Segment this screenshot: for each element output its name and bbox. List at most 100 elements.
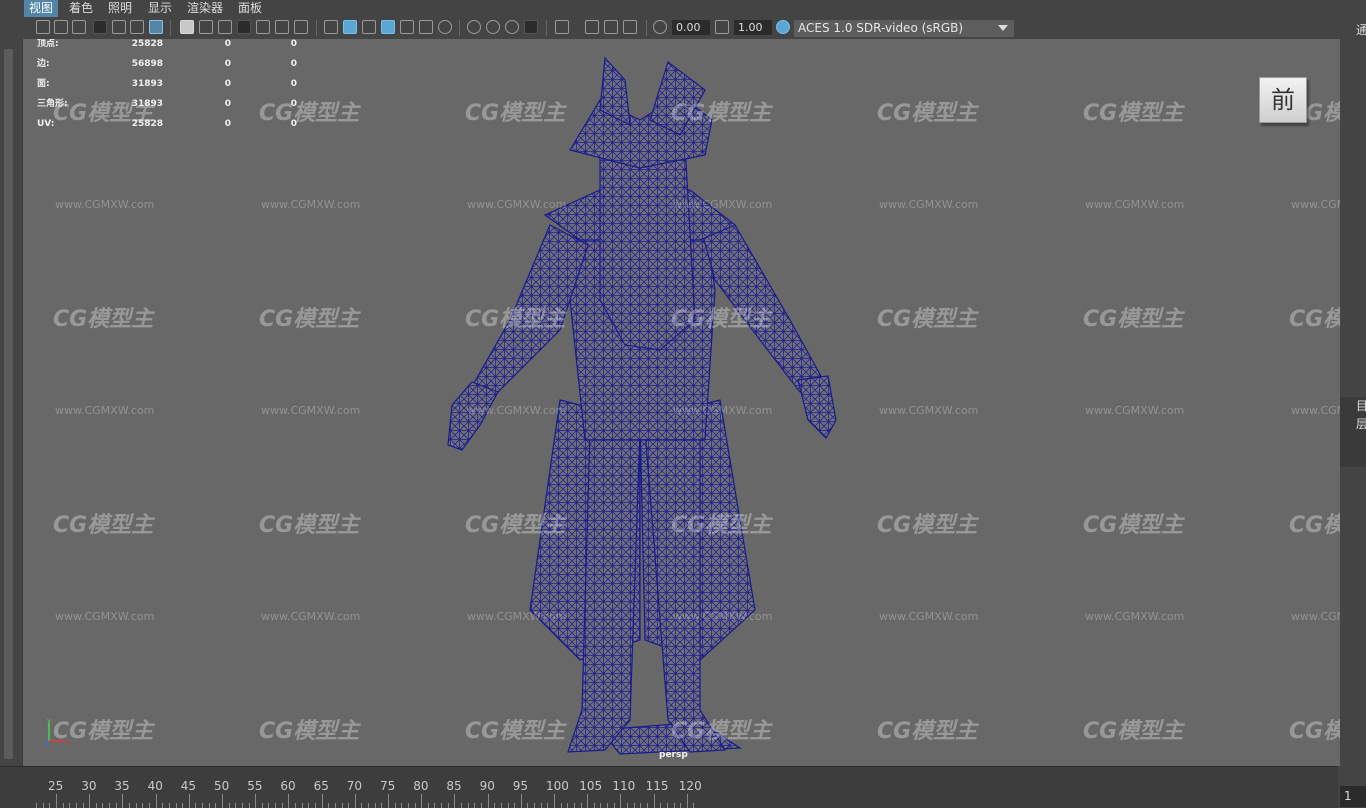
timeline-tick — [275, 803, 277, 808]
watermark-url: www.CGMXW.com — [261, 610, 361, 623]
menu-view[interactable]: 视图 — [24, 0, 59, 17]
3d-viewport[interactable]: CG模型主 CG模型主 CG模型主 CG模型主 CG模型主 CG模型主 CG模型主 CG模型主… — [22, 39, 1340, 766]
grid-icon[interactable] — [180, 20, 194, 34]
timeline-tick — [255, 794, 257, 808]
wireframe-on-shaded-icon[interactable] — [381, 20, 395, 34]
menu-shading[interactable]: 着色 — [64, 0, 98, 17]
grease-pencil-icon[interactable] — [130, 20, 144, 34]
watermark-url: www.CGMXW.com — [467, 404, 567, 417]
timeline-tick-label: 95 — [512, 779, 529, 793]
timeline-tick — [600, 803, 602, 808]
watermark-url: www.CGMXW.com — [467, 610, 567, 623]
field-chart-icon[interactable] — [256, 20, 270, 34]
channel-box-tab[interactable]: 通 — [1356, 21, 1366, 38]
timeline-tick — [188, 794, 190, 808]
hud-value: 25828 — [131, 119, 163, 129]
display-tab[interactable]: 目 — [1356, 397, 1366, 414]
xray-active-components-icon[interactable] — [604, 20, 618, 34]
smooth-shade-icon[interactable] — [343, 20, 357, 34]
xray-icon[interactable] — [585, 20, 599, 34]
hud-value: 31893 — [131, 79, 163, 89]
anti-aliasing-icon[interactable] — [505, 20, 519, 34]
pencil-icon[interactable] — [149, 20, 163, 34]
hud-row: 顶点: 25828 0 0 — [37, 39, 307, 59]
safe-action-icon[interactable] — [275, 20, 289, 34]
screen-space-ao-icon[interactable] — [467, 20, 481, 34]
timeline-tick — [454, 794, 456, 808]
bookmark-icon[interactable] — [72, 20, 86, 34]
current-frame-field[interactable]: 1 — [1340, 786, 1366, 807]
hud-value: 0 — [224, 99, 231, 109]
timeline-tick — [222, 794, 223, 808]
image-plane-icon[interactable] — [93, 20, 107, 34]
color-management-icon[interactable] — [776, 20, 790, 34]
view-transform-value: ACES 1.0 SDR-video (sRGB) — [798, 21, 964, 35]
wireframe-icon[interactable] — [324, 20, 338, 34]
resolution-gate-icon[interactable] — [218, 20, 232, 34]
timeline-tick — [427, 803, 429, 808]
timeline-tick — [560, 803, 562, 808]
depth-of-field-icon[interactable] — [524, 20, 538, 34]
timeline-tick — [155, 794, 157, 808]
exposure-field[interactable] — [672, 20, 710, 35]
safe-title-icon[interactable] — [294, 20, 308, 34]
shadows-icon[interactable] — [438, 20, 452, 34]
watermark-url: www.CGMXW.com — [879, 610, 979, 623]
watermark-logo: CG模型主 — [1289, 719, 1340, 744]
watermark-logo: CG模型主 — [465, 513, 566, 538]
timeline-tick-label: 35 — [114, 779, 130, 793]
timeline-tick-label: 90 — [479, 779, 495, 793]
hud-value: 0 — [224, 39, 231, 49]
menu-panels[interactable]: 面板 — [233, 0, 267, 17]
time-slider[interactable]: 25 30 35 40 45 50 55 60 65 70 75 80 85 90 95 100 105 110 1… — [0, 766, 1338, 808]
timeline-tick — [587, 794, 589, 808]
menu-show[interactable]: 显示 — [143, 0, 177, 17]
exposure-icon[interactable] — [653, 20, 667, 34]
textured-icon[interactable] — [400, 20, 414, 34]
watermark-logo: CG模型主 — [1083, 307, 1184, 332]
watermark-url: www.CGMXW.com — [261, 198, 361, 211]
watermark-logo: CG模型主 — [465, 719, 566, 744]
hand-right — [797, 375, 837, 439]
hud-value: 0 — [290, 39, 297, 49]
menu-renderer[interactable]: 渲染器 — [182, 0, 228, 17]
timeline-tick-label: 115 — [645, 779, 669, 793]
timeline-tick — [62, 803, 64, 808]
layer-tab[interactable]: 层 — [1356, 415, 1366, 432]
view-transform-dropdown[interactable]: ACES 1.0 SDR-video (sRGB) — [794, 20, 1014, 37]
watermark-logo: CG模型主 — [1083, 719, 1184, 744]
use-all-lights-icon[interactable] — [419, 20, 433, 34]
2d-pan-zoom-icon[interactable] — [112, 20, 126, 34]
timeline-tick — [613, 803, 615, 808]
film-gate-icon[interactable] — [199, 20, 213, 34]
timeline-tick — [182, 803, 184, 808]
timeline-tick — [208, 803, 210, 808]
hud-value: 0 — [290, 119, 297, 129]
timeline-tick — [195, 803, 197, 808]
hud-label: 面: — [37, 79, 50, 89]
xray-joints-icon[interactable] — [623, 20, 637, 34]
watermark-logo: CG模型主 — [1289, 513, 1340, 538]
watermark-logo: CG模型主 — [259, 719, 360, 744]
menu-lighting[interactable]: 照明 — [103, 0, 137, 17]
default-material-icon[interactable] — [362, 20, 376, 34]
watermark-logo: CG模型主 — [53, 307, 154, 332]
timeline-tick — [368, 803, 370, 808]
timeline-tick-label: 80 — [413, 779, 429, 793]
isolate-select-icon[interactable] — [555, 20, 569, 34]
watermark-url: www.CGMXW.com — [1291, 198, 1340, 211]
camera-attributes-icon[interactable] — [54, 20, 68, 34]
panel-menu-bar: 视图 着色 照明 显示 渲染器 面板 — [0, 0, 1366, 17]
timeline-tick — [268, 803, 270, 808]
poly-count-hud: 顶点: 25828 0 0 边: 56898 0 0 面: 31893 0 0 三角形: 31893 0 0 U… — [37, 39, 307, 139]
gate-mask-icon[interactable] — [237, 20, 251, 34]
select-camera-icon[interactable] — [36, 20, 50, 34]
motion-blur-icon[interactable] — [486, 20, 500, 34]
timeline-tick — [441, 803, 443, 808]
vertical-scrollbar[interactable] — [4, 49, 13, 759]
timeline-tick — [168, 803, 170, 808]
view-cube[interactable]: 前 — [1259, 77, 1307, 123]
timeline-tick-label: 70 — [346, 779, 363, 793]
gamma-field[interactable] — [734, 20, 772, 35]
gamma-icon[interactable] — [715, 20, 729, 34]
